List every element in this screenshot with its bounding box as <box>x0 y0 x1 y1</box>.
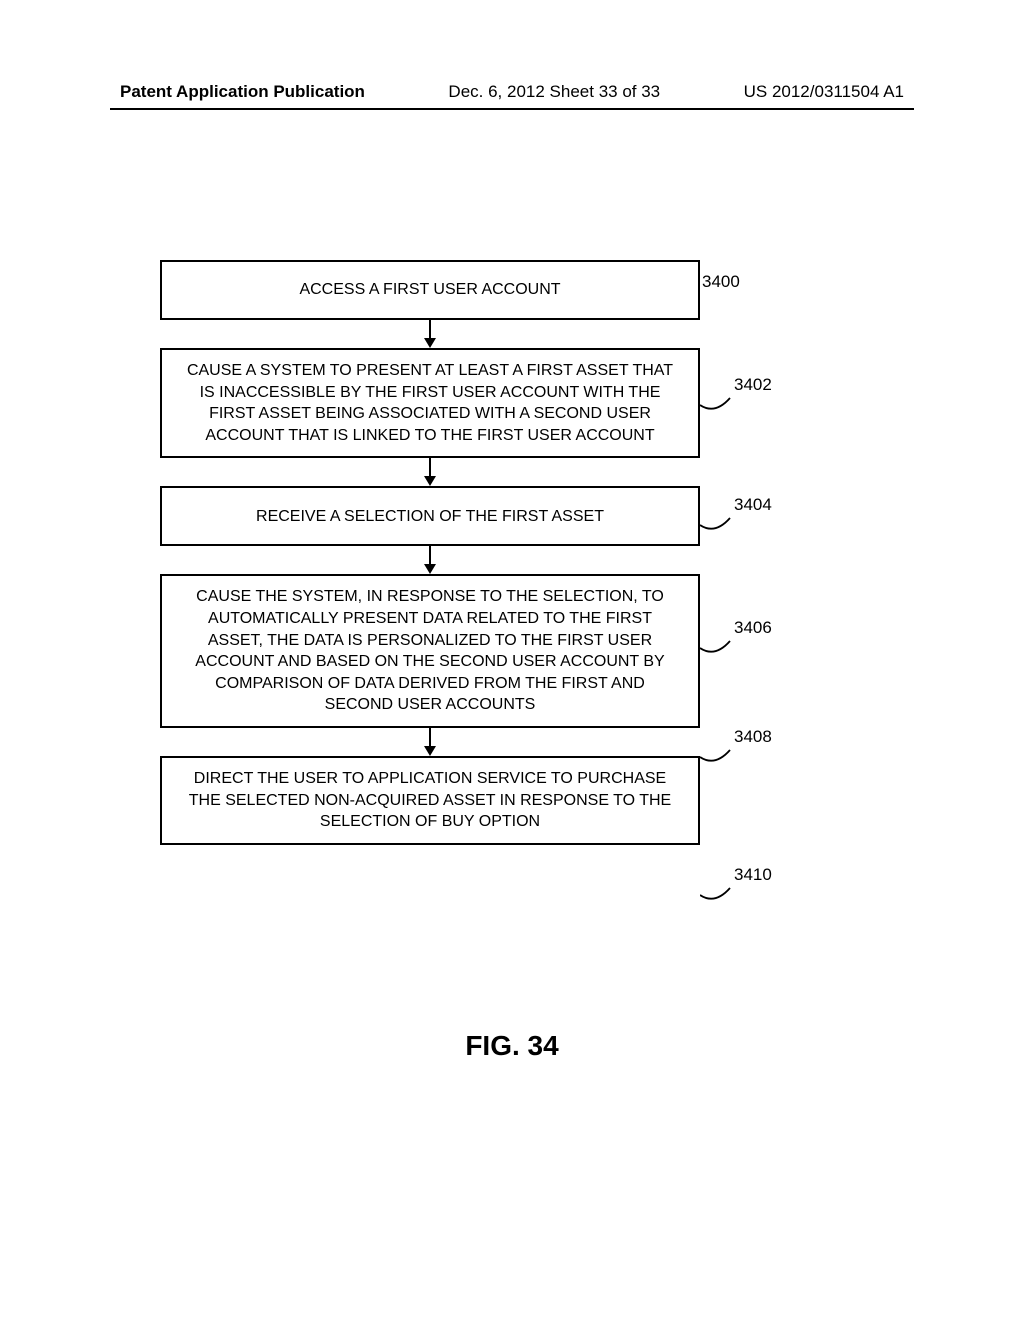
flow-step-3404: CAUSE A SYSTEM TO PRESENT AT LEAST A FIR… <box>160 348 700 458</box>
ref-label-3404: 3404 <box>734 495 772 515</box>
flow-step-text: ACCESS A FIRST USER ACCOUNT <box>299 279 560 301</box>
flow-step-3406: RECEIVE A SELECTION OF THE FIRST ASSET <box>160 486 700 546</box>
ref-label-3410: 3410 <box>734 865 772 885</box>
header-date-sheet: Dec. 6, 2012 Sheet 33 of 33 <box>448 82 660 102</box>
ref-label-3408: 3408 <box>734 727 772 747</box>
ref-label-3406: 3406 <box>734 618 772 638</box>
header-publication: Patent Application Publication <box>120 82 365 102</box>
flow-arrow-icon <box>160 320 700 348</box>
figure-label: FIG. 34 <box>0 1030 1024 1062</box>
flowchart: ACCESS A FIRST USER ACCOUNT 3402 CAUSE A… <box>160 260 740 845</box>
flow-step-text: CAUSE THE SYSTEM, IN RESPONSE TO THE SEL… <box>180 586 680 716</box>
flow-arrow-icon <box>160 458 700 486</box>
flow-step-3402: ACCESS A FIRST USER ACCOUNT <box>160 260 700 320</box>
flow-step-3410: DIRECT THE USER TO APPLICATION SERVICE T… <box>160 756 700 845</box>
header-pub-number: US 2012/0311504 A1 <box>744 82 904 102</box>
header-rule <box>110 108 914 110</box>
flow-step-text: RECEIVE A SELECTION OF THE FIRST ASSET <box>256 506 604 528</box>
ref-label-3402: 3402 <box>734 375 772 395</box>
flow-arrow-icon <box>160 546 700 574</box>
flow-step-text: DIRECT THE USER TO APPLICATION SERVICE T… <box>180 768 680 833</box>
flow-step-text: CAUSE A SYSTEM TO PRESENT AT LEAST A FIR… <box>180 360 680 446</box>
flow-arrow-icon <box>160 728 700 756</box>
page-header: Patent Application Publication Dec. 6, 2… <box>0 82 1024 102</box>
flow-step-3408: CAUSE THE SYSTEM, IN RESPONSE TO THE SEL… <box>160 574 700 728</box>
